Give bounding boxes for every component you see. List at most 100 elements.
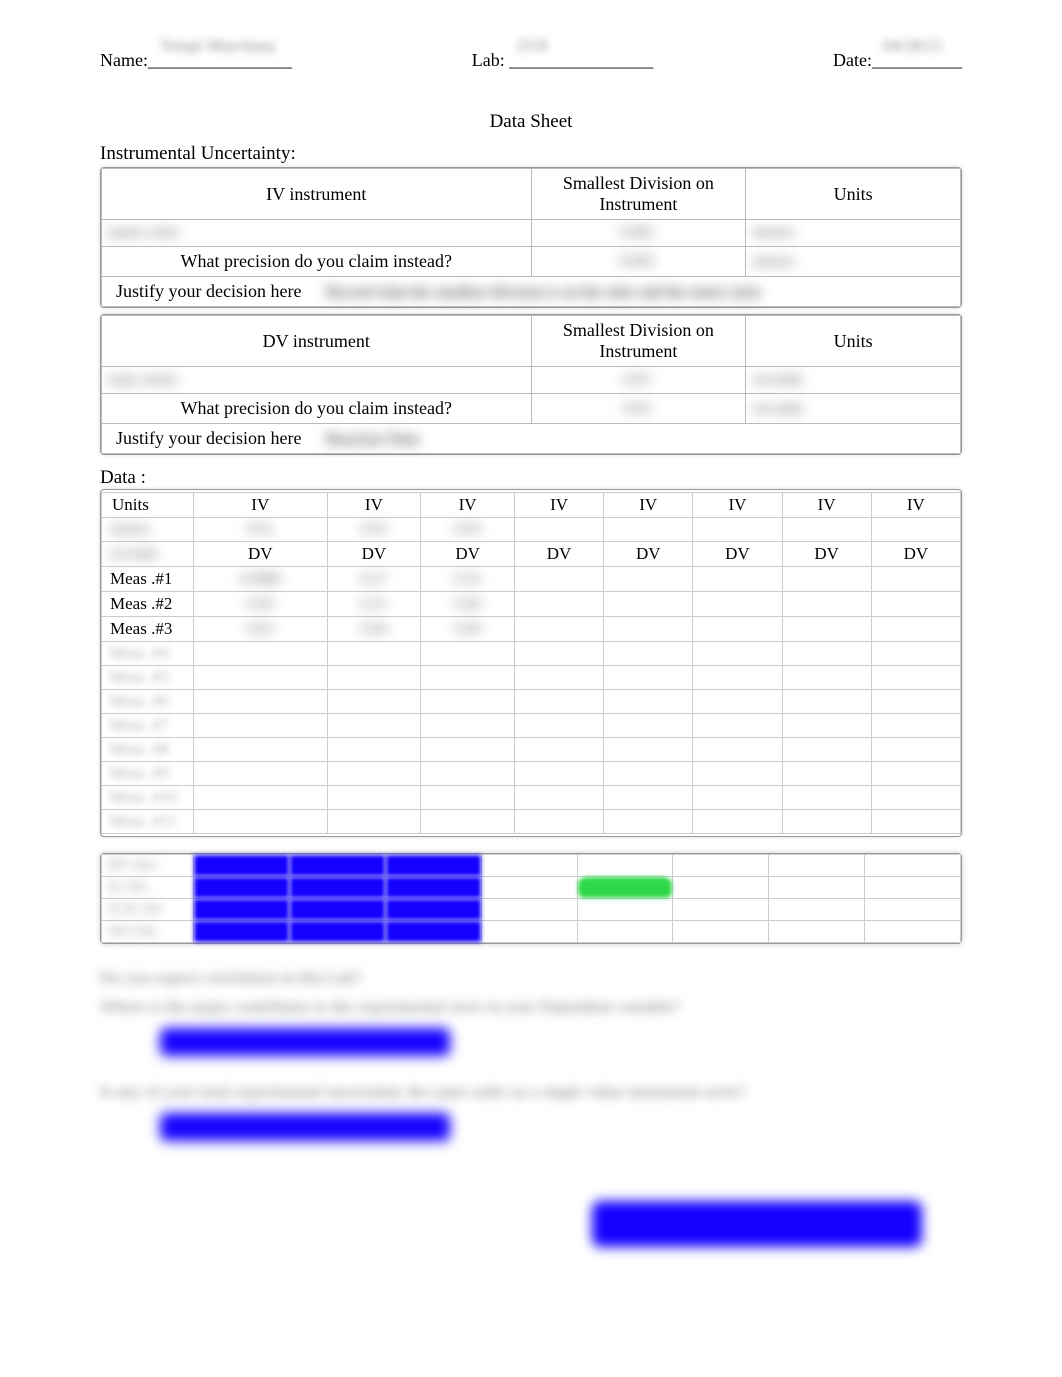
empty-cell [514, 786, 603, 810]
stats-cell [577, 855, 673, 877]
stats-cell [289, 899, 385, 921]
empty-cell [782, 786, 871, 810]
iv-r1c2: 0.001 [531, 220, 746, 247]
empty-cell [327, 810, 421, 834]
empty-cell [782, 762, 871, 786]
meas-row-label-faded: Meas .#6 [102, 690, 194, 714]
meas-cell [871, 617, 960, 642]
empty-cell [194, 714, 328, 738]
empty-cell [871, 714, 960, 738]
iv-value: 0.02 [327, 518, 421, 542]
meas-cell [693, 567, 782, 592]
lab-field: 25/8 Lab: ________________ [472, 50, 654, 71]
empty-cell [604, 786, 693, 810]
meas-cell [693, 617, 782, 642]
dv-h2: Smallest Division on Instrument [531, 316, 746, 367]
meas-cell: 0.09 [194, 592, 328, 617]
empty-cell [782, 810, 871, 834]
meas-row-label-faded: Meas .#7 [102, 714, 194, 738]
excel-button[interactable] [592, 1201, 922, 1247]
empty-cell [604, 642, 693, 666]
iv-h1: IV instrument [102, 169, 532, 220]
meas-row-label-faded: Meas .#9 [102, 762, 194, 786]
empty-cell [693, 714, 782, 738]
iv-instrument-table: IV instrument Smallest Division on Instr… [100, 167, 962, 308]
dv-instrument-table: DV instrument Smallest Division on Instr… [100, 314, 962, 455]
empty-cell [421, 666, 515, 690]
dv-header: DV [327, 542, 421, 567]
empty-cell [194, 666, 328, 690]
iv-r2c3: meters [746, 247, 961, 277]
empty-cell [871, 810, 960, 834]
stats-cell [194, 877, 290, 899]
empty-cell [604, 666, 693, 690]
iv-value [871, 518, 960, 542]
iv-header: IV [514, 493, 603, 518]
stats-cell [481, 899, 577, 921]
stats-cell [865, 899, 961, 921]
empty-cell [871, 642, 960, 666]
meas-cell [604, 567, 693, 592]
iv-header: IV [327, 493, 421, 518]
empty-cell [514, 714, 603, 738]
empty-cell [421, 762, 515, 786]
empty-cell [604, 738, 693, 762]
empty-cell [421, 786, 515, 810]
page-title: Data Sheet [100, 111, 962, 133]
meas-row-label-faded: Meas .#5 [102, 666, 194, 690]
iv-r1c1: meter stick [102, 220, 532, 247]
empty-cell [693, 762, 782, 786]
q3: Is any of your total experimental uncert… [100, 1078, 962, 1107]
meas-cell [514, 592, 603, 617]
data-grid-wrap: UnitsIVIVIVIVIVIVIVIVmeters0.010.020.03s… [100, 489, 962, 837]
stats-cell [385, 855, 481, 877]
empty-cell [693, 690, 782, 714]
empty-cell [194, 786, 328, 810]
empty-cell [194, 810, 328, 834]
empty-cell [693, 666, 782, 690]
stats-cell [481, 855, 577, 877]
dv-header: DV [604, 542, 693, 567]
meas-row-label: Meas .#3 [102, 617, 194, 642]
stats-cell [194, 899, 290, 921]
dv-header: DV [514, 542, 603, 567]
iv-value: 0.03 [421, 518, 515, 542]
meas-cell [782, 567, 871, 592]
iv-value: 0.01 [194, 518, 328, 542]
empty-cell [327, 714, 421, 738]
meas-row-label-faded: Meas .#10 [102, 786, 194, 810]
stats-label: St. Dv. [102, 877, 194, 899]
empty-cell [871, 762, 960, 786]
meas-cell [514, 567, 603, 592]
empty-cell [871, 666, 960, 690]
dv-h3: Units [746, 316, 961, 367]
meas-cell [782, 617, 871, 642]
empty-cell [421, 642, 515, 666]
empty-cell [514, 690, 603, 714]
dv-h1: DV instrument [102, 316, 532, 367]
iv-value [514, 518, 603, 542]
meas-cell: 0.04 [327, 617, 421, 642]
empty-cell [693, 786, 782, 810]
iv-h3: Units [746, 169, 961, 220]
empty-cell [194, 762, 328, 786]
iv-header: IV [421, 493, 515, 518]
stats-cell [673, 899, 769, 921]
stats-cell [577, 899, 673, 921]
empty-cell [782, 666, 871, 690]
empty-cell [871, 738, 960, 762]
q2: Where is the major contributor to the ex… [100, 993, 962, 1022]
iv-header: IV [871, 493, 960, 518]
stats-cell [865, 877, 961, 899]
empty-cell [327, 738, 421, 762]
iv-value [693, 518, 782, 542]
empty-cell [194, 642, 328, 666]
empty-cell [421, 690, 515, 714]
dv-r2c3: seconds [746, 394, 961, 424]
empty-cell [604, 690, 693, 714]
empty-cell [782, 690, 871, 714]
empty-cell [514, 810, 603, 834]
empty-cell [871, 690, 960, 714]
date-field: 04/28/21 Date:__________ [833, 50, 962, 71]
empty-cell [327, 642, 421, 666]
